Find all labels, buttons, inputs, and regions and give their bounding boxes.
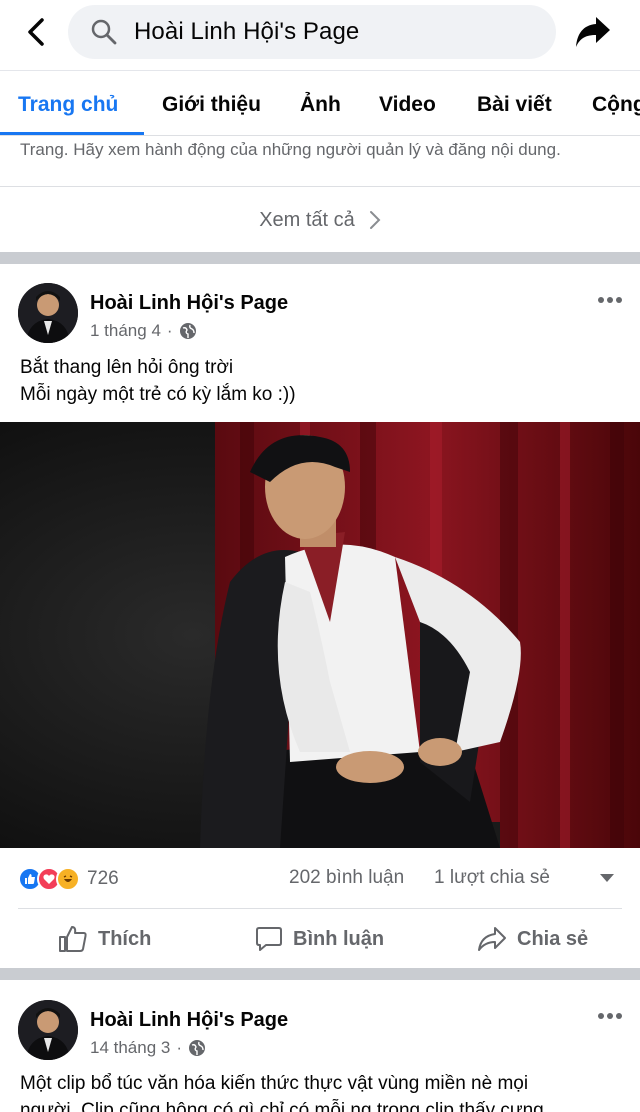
- share-page-button[interactable]: [572, 12, 614, 52]
- tab-photos[interactable]: Ảnh: [300, 71, 341, 135]
- see-all-button[interactable]: Xem tất cả: [0, 196, 640, 244]
- like-label: Thích: [98, 927, 152, 950]
- share-arrow-icon: [576, 17, 610, 47]
- search-query: Hoài Linh Hội's Page: [134, 18, 360, 45]
- chevron-left-icon: [28, 18, 44, 46]
- avatar[interactable]: [18, 1000, 78, 1060]
- reaction-count: 726: [87, 868, 119, 889]
- shares-count[interactable]: 1 lượt chia sẻ: [434, 867, 550, 889]
- post-actions: Thích Bình luận Chia sẻ: [0, 910, 640, 968]
- post-text-line: Một clip bổ túc văn hóa kiến thức thực v…: [20, 1073, 529, 1094]
- tab-videos[interactable]: Video: [379, 71, 436, 135]
- post-author[interactable]: Hoài Linh Hội's Page: [90, 1009, 288, 1032]
- post-date[interactable]: 1 tháng 4: [90, 321, 161, 341]
- post-date[interactable]: 14 tháng 3: [90, 1038, 170, 1058]
- reactions-summary[interactable]: 726: [18, 864, 119, 894]
- divider: [18, 908, 622, 909]
- more-options-button[interactable]: [590, 1006, 630, 1026]
- comment-button[interactable]: Bình luận: [255, 910, 384, 968]
- divider: [0, 186, 640, 187]
- dot-icon: [616, 297, 622, 303]
- post-photo[interactable]: [0, 422, 640, 848]
- tab-about[interactable]: Giới thiệu: [162, 71, 261, 135]
- dot-icon: [607, 1013, 613, 1019]
- haha-reaction-icon: [56, 867, 80, 891]
- page-tabs: Trang chủ Giới thiệu Ảnh Video Bài viết …: [0, 70, 640, 136]
- dot-icon: [598, 1013, 604, 1019]
- tab-community[interactable]: Cộng đồng: [592, 71, 640, 135]
- avatar[interactable]: [18, 283, 78, 343]
- comments-count[interactable]: 202 bình luận: [289, 867, 404, 889]
- globe-icon: [189, 1040, 206, 1056]
- dot-icon: [616, 1013, 622, 1019]
- post-text-line: Bắt thang lên hỏi ông trời: [20, 357, 234, 378]
- transparency-text: Trang. Hãy xem hành động của những người…: [20, 140, 561, 159]
- post-author[interactable]: Hoài Linh Hội's Page: [90, 292, 288, 315]
- section-separator: [0, 968, 640, 980]
- comment-icon: [256, 927, 282, 951]
- search-icon: [90, 18, 118, 46]
- chevron-right-icon: [369, 210, 381, 230]
- post-text-line: người. Clip cũng hông có gì chỉ có mỗi n…: [20, 1100, 544, 1112]
- post-text-line: Mỗi ngày một trẻ có kỳ lắm ko :)): [20, 384, 296, 405]
- back-button[interactable]: [18, 14, 54, 50]
- search-field[interactable]: Hoài Linh Hội's Page: [68, 5, 556, 59]
- tab-posts[interactable]: Bài viết: [477, 71, 552, 135]
- top-bar: Hoài Linh Hội's Page: [0, 0, 640, 70]
- dot-icon: [607, 297, 613, 303]
- thumbs-up-icon: [59, 926, 87, 952]
- more-options-button[interactable]: [590, 290, 630, 310]
- tab-home[interactable]: Trang chủ: [18, 71, 118, 135]
- comment-label: Bình luận: [293, 927, 385, 950]
- section-separator: [0, 252, 640, 264]
- post-meta: 1 tháng 4 ·: [90, 321, 197, 341]
- like-button[interactable]: Thích: [58, 910, 151, 968]
- caret-down-icon[interactable]: [600, 874, 614, 882]
- active-tab-indicator: [0, 132, 144, 135]
- dot-icon: [598, 297, 604, 303]
- share-icon: [478, 927, 506, 951]
- see-all-label: Xem tất cả: [259, 208, 355, 231]
- share-label: Chia sẻ: [517, 927, 589, 950]
- globe-icon: [179, 323, 196, 339]
- share-button[interactable]: Chia sẻ: [477, 910, 588, 968]
- post-meta: 14 tháng 3 ·: [90, 1038, 206, 1058]
